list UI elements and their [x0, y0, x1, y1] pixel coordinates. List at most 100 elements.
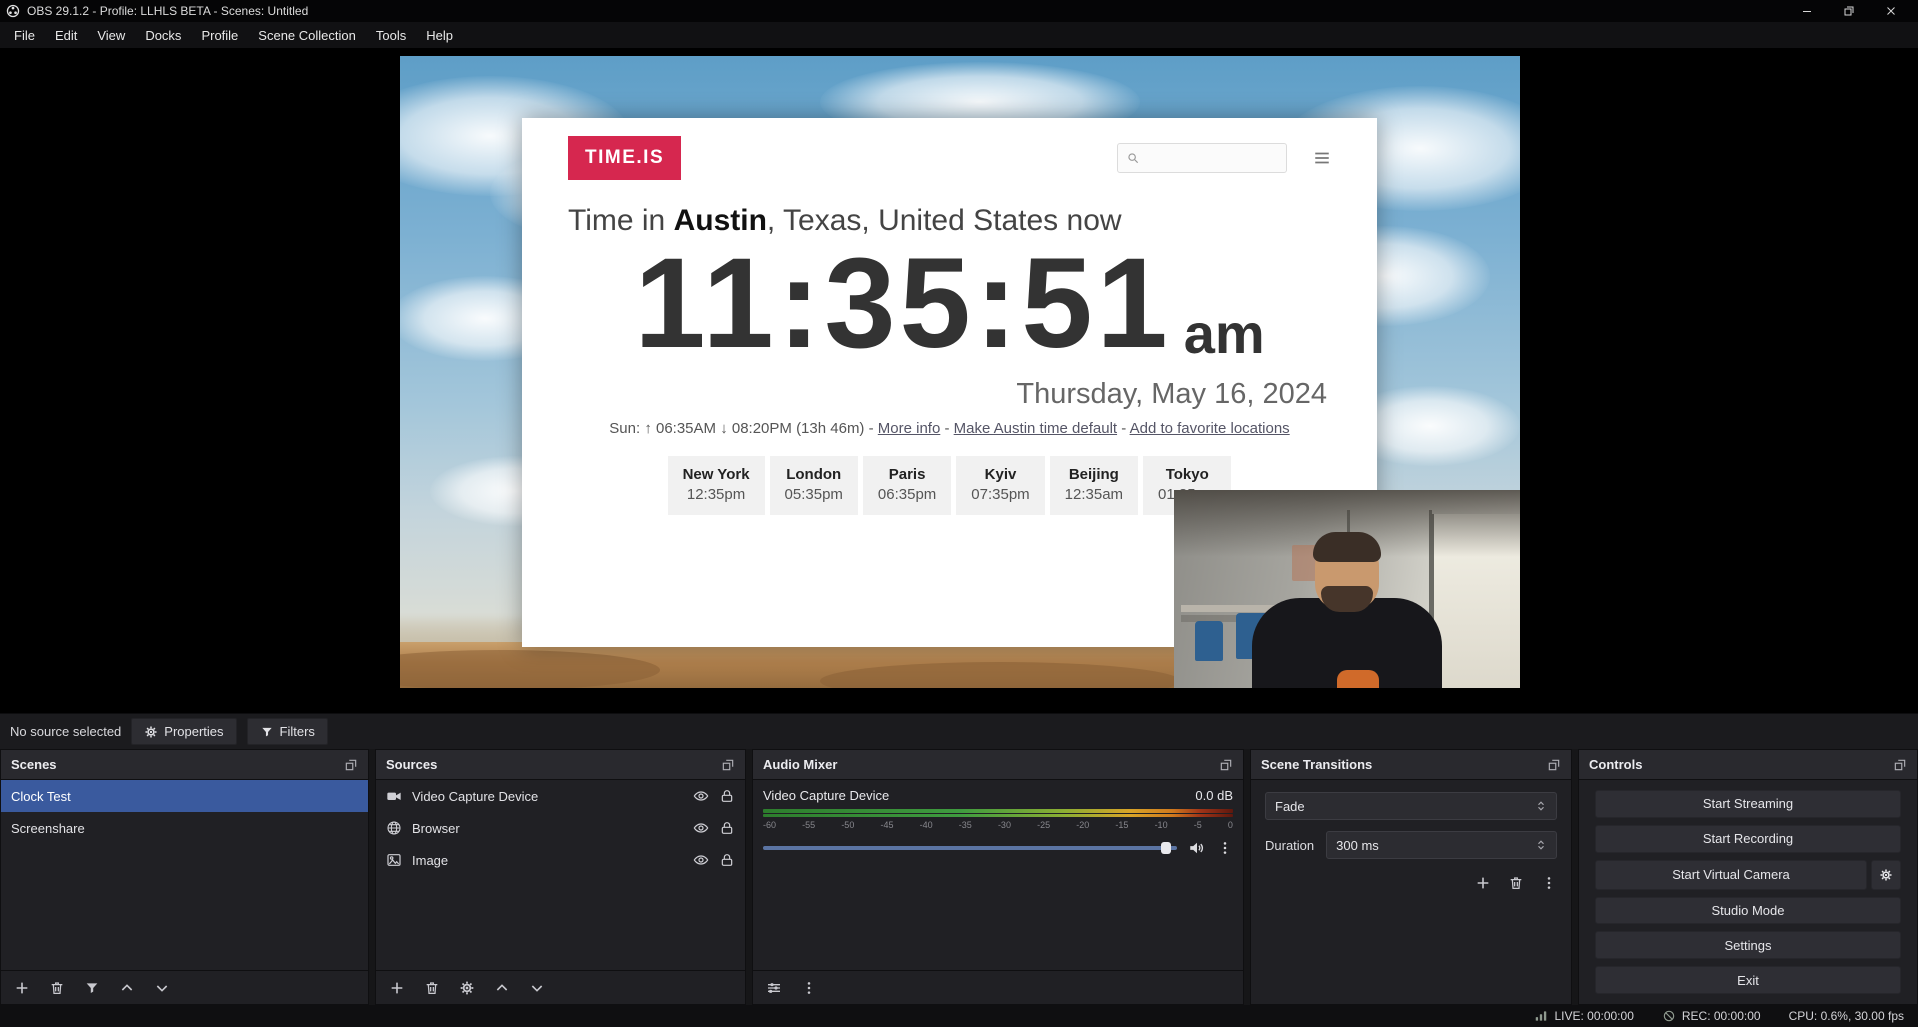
virtual-camera-config-button[interactable]	[1871, 860, 1901, 890]
duration-row: Duration 300 ms	[1265, 831, 1557, 859]
popout-icon[interactable]	[344, 758, 358, 772]
lock-icon[interactable]	[719, 788, 735, 804]
start-streaming-button[interactable]: Start Streaming	[1595, 790, 1901, 818]
menu-tools[interactable]: Tools	[366, 24, 416, 47]
timeis-clock-row: 11:35:51 am	[568, 240, 1331, 368]
source-label: Video Capture Device	[412, 789, 683, 804]
titlebar: OBS 29.1.2 - Profile: LLHLS BETA - Scene…	[0, 0, 1918, 22]
scene-item-clock-test[interactable]: Clock Test	[1, 780, 368, 812]
menu-file[interactable]: File	[4, 24, 45, 47]
properties-button[interactable]: Properties	[131, 718, 236, 745]
move-source-up-icon[interactable]	[494, 980, 510, 996]
globe-icon	[386, 820, 402, 836]
sources-list: Video Capture Device Browser Image	[376, 780, 745, 970]
rec-status: REC: 00:00:00	[1662, 1009, 1761, 1023]
add-transition-icon[interactable]	[1475, 875, 1491, 891]
scenes-toolbar	[1, 970, 368, 1004]
popout-icon[interactable]	[721, 758, 735, 772]
add-source-icon[interactable]	[389, 980, 405, 996]
mixer-channel-name: Video Capture Device	[763, 788, 889, 803]
remove-source-icon[interactable]	[424, 980, 440, 996]
menubar: File Edit View Docks Profile Scene Colle…	[0, 22, 1918, 48]
source-item-image[interactable]: Image	[376, 844, 745, 876]
preview-area[interactable]: TIME.IS Time in Austin, Texas, United St…	[0, 48, 1918, 713]
scenes-dock-title: Scenes	[11, 757, 57, 772]
webcam-overlay	[1174, 490, 1520, 688]
popout-icon[interactable]	[1893, 758, 1907, 772]
scene-item-screenshare[interactable]: Screenshare	[1, 812, 368, 844]
menu-help[interactable]: Help	[416, 24, 463, 47]
duration-label: Duration	[1265, 838, 1314, 853]
volume-slider[interactable]	[763, 846, 1177, 850]
start-recording-button[interactable]: Start Recording	[1595, 825, 1901, 853]
exit-button[interactable]: Exit	[1595, 966, 1901, 994]
settings-button[interactable]: Settings	[1595, 931, 1901, 959]
source-item-browser[interactable]: Browser	[376, 812, 745, 844]
restore-icon	[1843, 5, 1855, 17]
city-box: Kyiv07:35pm	[956, 456, 1044, 515]
source-properties-icon[interactable]	[459, 980, 475, 996]
chevron-updown-icon	[1535, 800, 1547, 812]
advanced-audio-icon[interactable]	[766, 980, 782, 996]
spinner-arrows-icon[interactable]	[1535, 839, 1547, 851]
source-item-video-capture[interactable]: Video Capture Device	[376, 780, 745, 812]
scene-filters-icon[interactable]	[84, 980, 100, 996]
city-box: New York12:35pm	[668, 456, 765, 515]
window-title: OBS 29.1.2 - Profile: LLHLS BETA - Scene…	[27, 4, 308, 18]
dune	[820, 662, 1180, 688]
popout-icon[interactable]	[1219, 758, 1233, 772]
move-scene-up-icon[interactable]	[119, 980, 135, 996]
eye-icon[interactable]	[693, 820, 709, 836]
menu-view[interactable]: View	[87, 24, 135, 47]
mixer-level-db: 0.0 dB	[1195, 788, 1233, 803]
mixer-channel-row: Video Capture Device 0.0 dB	[763, 788, 1233, 803]
add-favorite-link: Add to favorite locations	[1130, 420, 1290, 437]
transition-select[interactable]: Fade	[1265, 792, 1557, 820]
lock-icon[interactable]	[719, 820, 735, 836]
menu-docks[interactable]: Docks	[135, 24, 191, 47]
move-scene-down-icon[interactable]	[154, 980, 170, 996]
menu-profile[interactable]: Profile	[191, 24, 248, 47]
remove-scene-icon[interactable]	[49, 980, 65, 996]
person-hair	[1313, 532, 1381, 562]
studio-mode-button[interactable]: Studio Mode	[1595, 897, 1901, 925]
virtual-camera-row: Start Virtual Camera	[1595, 860, 1901, 890]
timeis-sun-line: Sun: ↑ 06:35AM ↓ 08:20PM (13h 46m) - Mor…	[568, 420, 1331, 437]
gear-icon	[1879, 868, 1893, 882]
mixer-menu-dots-icon[interactable]	[801, 980, 817, 996]
minimize-button[interactable]	[1786, 0, 1828, 22]
restore-button[interactable]	[1828, 0, 1870, 22]
transition-menu-dots-icon[interactable]	[1541, 875, 1557, 891]
menu-edit[interactable]: Edit	[45, 24, 87, 47]
duration-spinbox[interactable]: 300 ms	[1326, 831, 1557, 859]
timeis-meridiem: am	[1184, 306, 1265, 368]
speaker-icon[interactable]	[1188, 839, 1206, 857]
eye-icon[interactable]	[693, 788, 709, 804]
channel-menu-dots-icon[interactable]	[1217, 840, 1233, 856]
volume-slider-handle[interactable]	[1161, 842, 1171, 854]
remove-transition-icon[interactable]	[1508, 875, 1524, 891]
start-virtual-camera-button[interactable]: Start Virtual Camera	[1595, 860, 1867, 890]
camera-icon	[386, 788, 402, 804]
volume-meter-left	[763, 809, 1233, 813]
rec-time: REC: 00:00:00	[1682, 1009, 1761, 1023]
close-button[interactable]	[1870, 0, 1912, 22]
popout-icon[interactable]	[1547, 758, 1561, 772]
meter-scale: -60-55-50-45-40-35-30-25-20-15-10-50	[763, 820, 1233, 830]
lock-icon[interactable]	[719, 852, 735, 868]
volume-meter-right	[763, 814, 1233, 817]
mixer-dock-header: Audio Mixer	[753, 750, 1243, 780]
scene-canvas[interactable]: TIME.IS Time in Austin, Texas, United St…	[400, 56, 1520, 688]
timeis-logo: TIME.IS	[568, 136, 681, 180]
filters-button[interactable]: Filters	[247, 718, 328, 745]
sources-toolbar	[376, 970, 745, 1004]
move-source-down-icon[interactable]	[529, 980, 545, 996]
person-head	[1315, 536, 1379, 610]
mixer-dock-title: Audio Mixer	[763, 757, 837, 772]
city-box: London05:35pm	[770, 456, 858, 515]
obs-logo-icon	[6, 4, 20, 18]
more-info-link: More info	[878, 420, 941, 437]
menu-scene-collection[interactable]: Scene Collection	[248, 24, 366, 47]
eye-icon[interactable]	[693, 852, 709, 868]
add-scene-icon[interactable]	[14, 980, 30, 996]
